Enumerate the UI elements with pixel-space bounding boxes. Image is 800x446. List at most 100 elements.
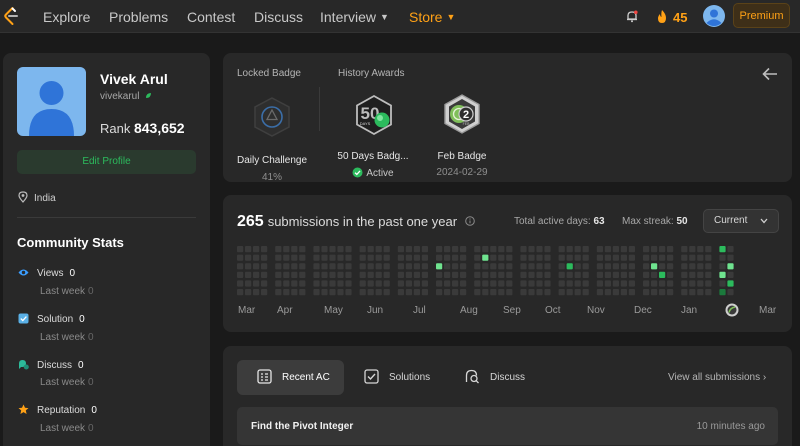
heatmap-cell[interactable] (345, 246, 352, 253)
heatmap-cell[interactable] (566, 289, 573, 296)
heatmap-cell[interactable] (558, 246, 565, 253)
heatmap-cell[interactable] (283, 263, 290, 270)
heatmap-cell[interactable] (405, 271, 412, 278)
heatmap-cell[interactable] (345, 271, 352, 278)
heatmap-cell[interactable] (313, 263, 320, 270)
heatmap-cell[interactable] (558, 254, 565, 261)
heatmap-cell[interactable] (643, 289, 650, 296)
heatmap-cell[interactable] (727, 263, 734, 270)
heatmap-cell[interactable] (490, 263, 497, 270)
heatmap-cell[interactable] (313, 271, 320, 278)
heatmap-cell[interactable] (237, 246, 244, 253)
heatmap-cell[interactable] (253, 271, 260, 278)
heatmap-cell[interactable] (245, 271, 252, 278)
heatmap-cell[interactable] (558, 271, 565, 278)
heatmap-cell[interactable] (397, 246, 404, 253)
heatmap-cell[interactable] (345, 263, 352, 270)
heatmap-cell[interactable] (544, 280, 551, 287)
view-all-submissions-link[interactable]: View all submissions › (668, 372, 766, 383)
heatmap-cell[interactable] (689, 246, 696, 253)
heatmap-cell[interactable] (261, 289, 268, 296)
heatmap-cell[interactable] (604, 280, 611, 287)
heatmap-cell[interactable] (421, 254, 428, 261)
heatmap-cell[interactable] (375, 271, 382, 278)
heatmap-cell[interactable] (482, 246, 489, 253)
heatmap-cell[interactable] (620, 263, 627, 270)
heatmap-cell[interactable] (313, 280, 320, 287)
heatmap-cell[interactable] (727, 254, 734, 261)
heatmap-cell[interactable] (299, 289, 306, 296)
heatmap-cell[interactable] (612, 254, 619, 261)
heatmap-cell[interactable] (506, 280, 513, 287)
heatmap-cell[interactable] (299, 280, 306, 287)
heatmap-cell[interactable] (413, 254, 420, 261)
heatmap-cell[interactable] (689, 263, 696, 270)
heatmap-cell[interactable] (667, 246, 674, 253)
heatmap-cell[interactable] (452, 254, 459, 261)
heatmap-cell[interactable] (498, 263, 505, 270)
heatmap-cell[interactable] (705, 289, 712, 296)
heatmap-cell[interactable] (253, 263, 260, 270)
heatmap-cell[interactable] (528, 254, 535, 261)
heatmap-cell[interactable] (620, 254, 627, 261)
heatmap-cell[interactable] (474, 280, 481, 287)
heatmap-cell[interactable] (383, 280, 390, 287)
heatmap-cell[interactable] (460, 289, 467, 296)
heatmap-cell[interactable] (681, 280, 688, 287)
heatmap-cell[interactable] (367, 289, 374, 296)
heatmap-cell[interactable] (321, 254, 328, 261)
heatmap-cell[interactable] (596, 254, 603, 261)
heatmap-cell[interactable] (261, 254, 268, 261)
heatmap-cell[interactable] (596, 271, 603, 278)
heatmap-cell[interactable] (482, 263, 489, 270)
heatmap-cell[interactable] (245, 254, 252, 261)
heatmap-cell[interactable] (413, 271, 420, 278)
heatmap-cell[interactable] (628, 254, 635, 261)
heatmap-cell[interactable] (667, 280, 674, 287)
heatmap-cell[interactable] (275, 280, 282, 287)
premium-button[interactable]: Premium (733, 3, 790, 28)
list-item[interactable]: Find the Pivot Integer 10 minutes ago (237, 407, 778, 445)
heatmap-cell[interactable] (705, 271, 712, 278)
heatmap-cell[interactable] (612, 280, 619, 287)
daily-challenge-badge-icon[interactable] (252, 96, 292, 138)
streak-count[interactable]: 45 (673, 10, 687, 25)
heatmap-cell[interactable] (659, 263, 666, 270)
heatmap-cell[interactable] (490, 271, 497, 278)
edit-profile-button[interactable]: Edit Profile (17, 150, 196, 174)
heatmap-cell[interactable] (643, 246, 650, 253)
heatmap-cell[interactable] (520, 289, 527, 296)
heatmap-cell[interactable] (705, 280, 712, 287)
heatmap-cell[interactable] (291, 246, 298, 253)
heatmap-cell[interactable] (383, 263, 390, 270)
heatmap-cell[interactable] (444, 289, 451, 296)
heatmap-cell[interactable] (383, 254, 390, 261)
nav-interview[interactable]: Interview ▼ (320, 9, 389, 25)
heatmap-cell[interactable] (582, 246, 589, 253)
heatmap-cell[interactable] (689, 271, 696, 278)
heatmap-cell[interactable] (719, 280, 726, 287)
heatmap-cell[interactable] (566, 246, 573, 253)
heatmap-cell[interactable] (506, 246, 513, 253)
user-avatar-icon[interactable] (703, 5, 725, 27)
heatmap-cell[interactable] (719, 271, 726, 278)
heatmap-cell[interactable] (506, 263, 513, 270)
heatmap-cell[interactable] (329, 246, 336, 253)
heatmap-cell[interactable] (337, 246, 344, 253)
heatmap-cell[interactable] (474, 246, 481, 253)
heatmap-cell[interactable] (628, 280, 635, 287)
heatmap-cell[interactable] (436, 263, 443, 270)
heatmap-cell[interactable] (681, 289, 688, 296)
heatmap-cell[interactable] (705, 246, 712, 253)
heatmap-cell[interactable] (651, 280, 658, 287)
heatmap-cell[interactable] (405, 246, 412, 253)
heatmap-cell[interactable] (367, 246, 374, 253)
nav-explore[interactable]: Explore (43, 9, 90, 25)
heatmap-cell[interactable] (689, 289, 696, 296)
heatmap-cell[interactable] (620, 246, 627, 253)
heatmap-cell[interactable] (329, 263, 336, 270)
heatmap-cell[interactable] (667, 289, 674, 296)
heatmap-cell[interactable] (596, 263, 603, 270)
heatmap-cell[interactable] (460, 246, 467, 253)
heatmap-cell[interactable] (313, 246, 320, 253)
